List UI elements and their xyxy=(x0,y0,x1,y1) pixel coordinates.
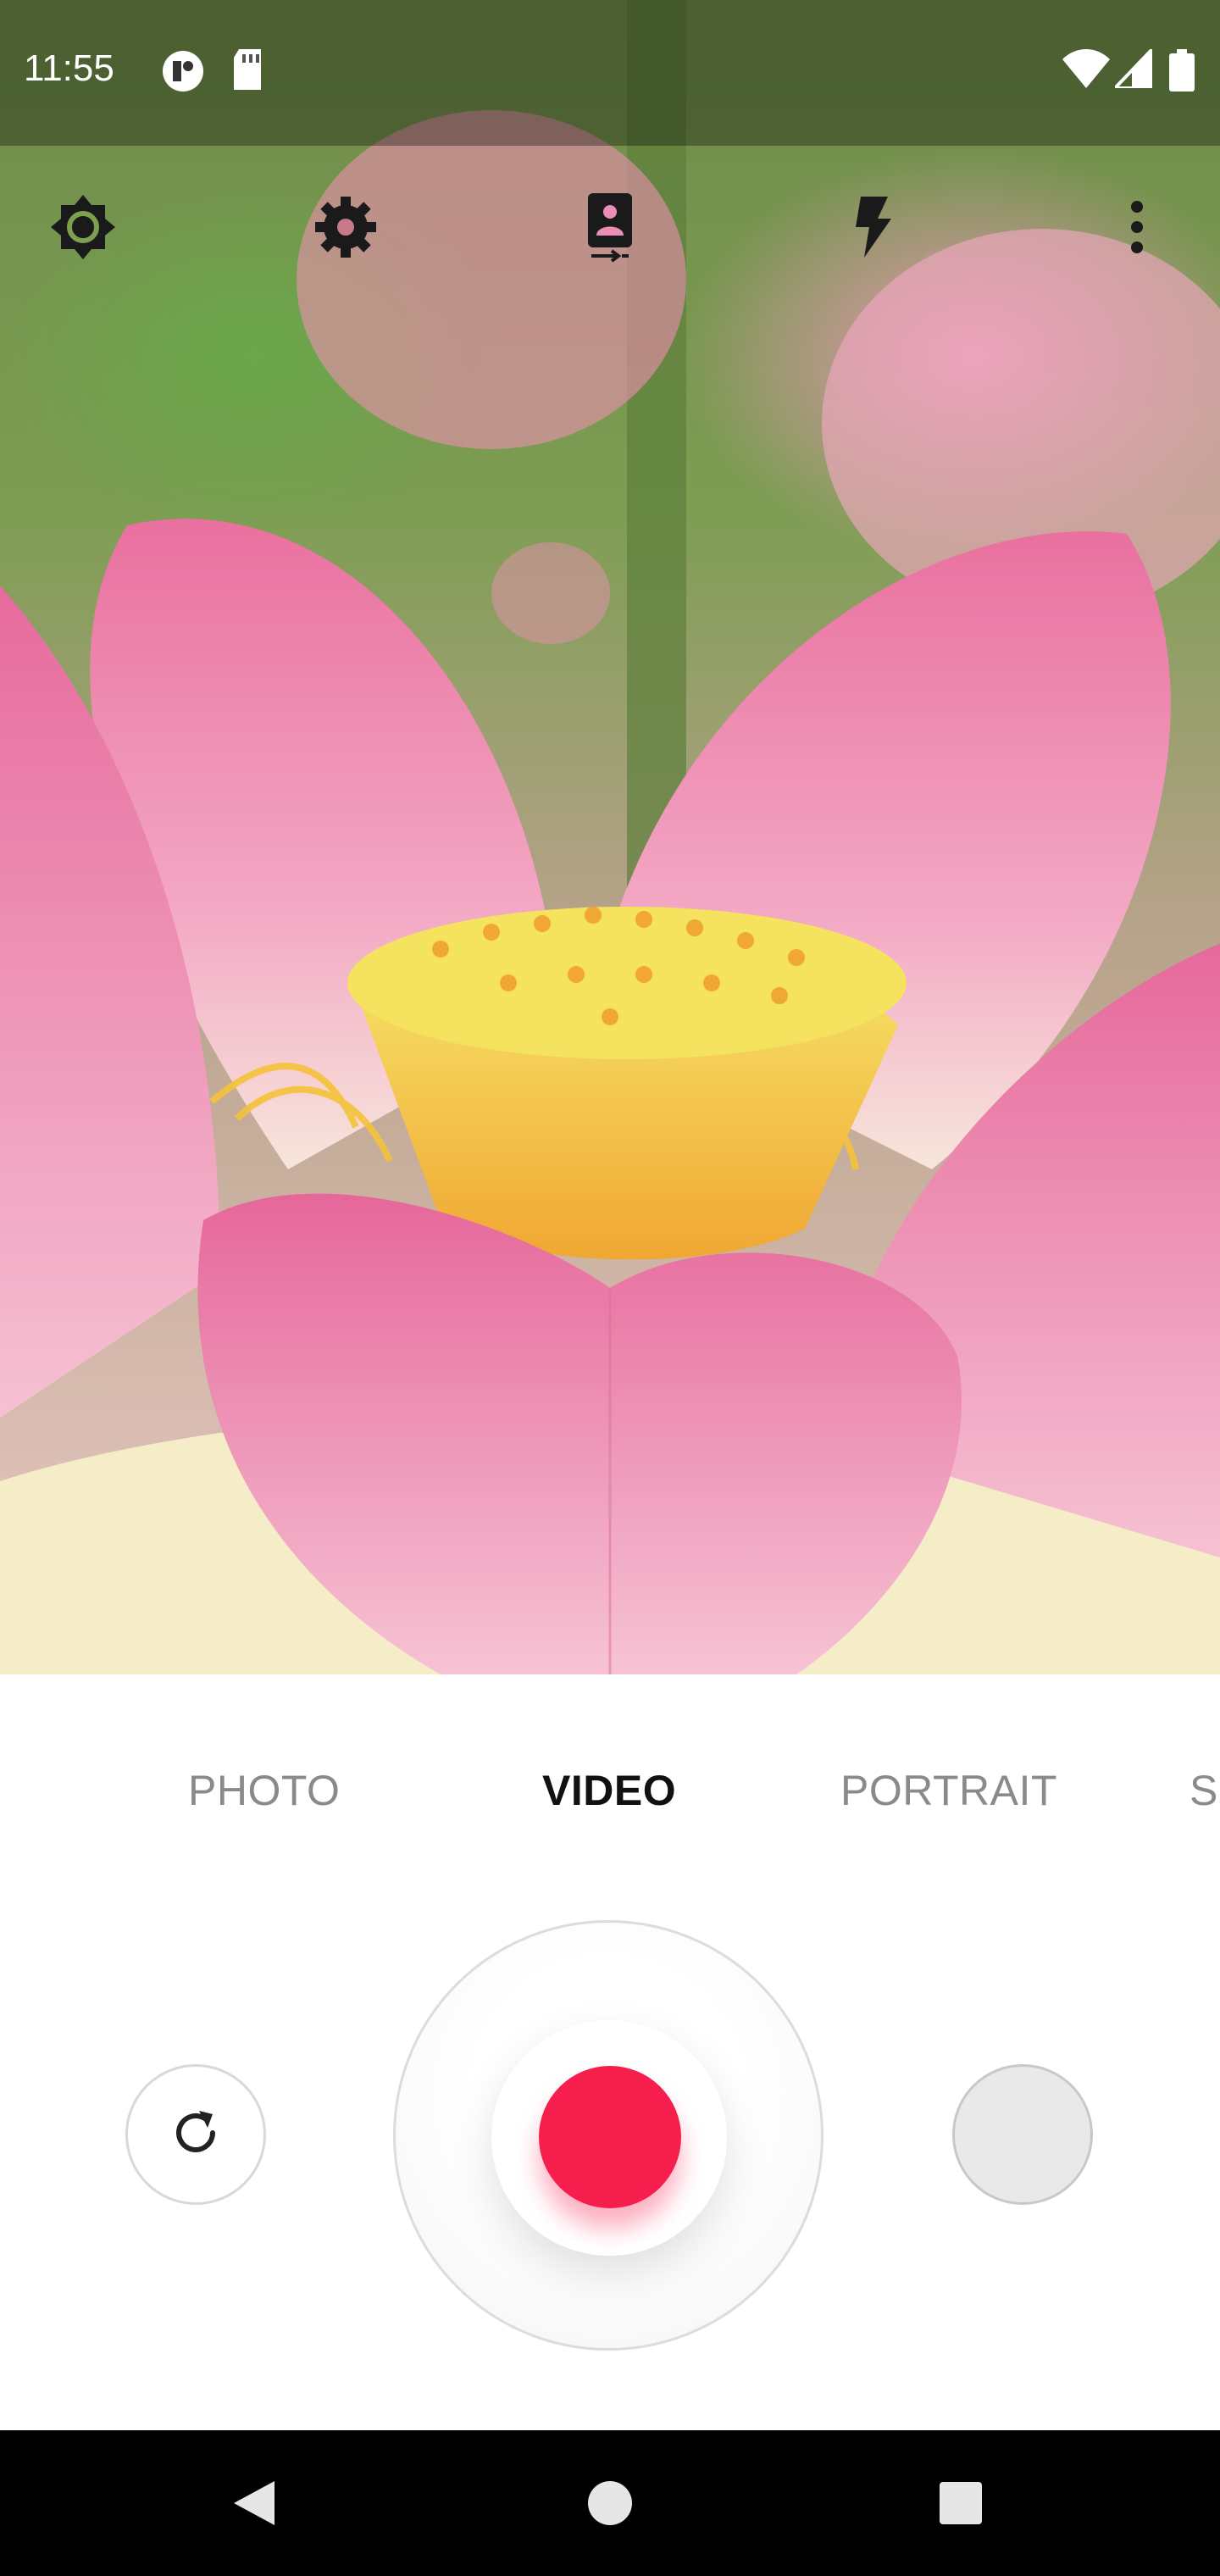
settings-gear-icon xyxy=(313,195,378,264)
battery-icon xyxy=(1169,49,1195,96)
settings-button[interactable] xyxy=(303,186,388,271)
rotate-button[interactable] xyxy=(125,2064,266,2205)
wifi-icon xyxy=(1062,49,1110,92)
home-icon xyxy=(587,2480,633,2530)
switch-camera-icon xyxy=(585,192,635,267)
sd-card-icon xyxy=(230,49,264,94)
more-vert-icon xyxy=(1130,200,1144,258)
flash-button[interactable] xyxy=(830,186,915,271)
more-options-button[interactable] xyxy=(1095,186,1179,271)
flash-icon xyxy=(852,196,893,262)
navigation-bar xyxy=(0,2430,1220,2576)
back-button[interactable] xyxy=(227,2478,281,2532)
cell-signal-icon xyxy=(1111,45,1154,92)
rotate-icon xyxy=(169,2106,223,2164)
switch-camera-button[interactable] xyxy=(568,186,652,271)
recents-icon xyxy=(938,2480,984,2530)
recents-button[interactable] xyxy=(934,2478,988,2532)
status-time: 11:55 xyxy=(24,47,114,89)
mode-tab-photo[interactable]: PHOTO xyxy=(188,1766,340,1815)
brightness-icon xyxy=(49,193,117,265)
record-button[interactable] xyxy=(539,2066,681,2208)
mode-tab-portrait[interactable]: PORTRAIT xyxy=(840,1766,1057,1815)
mode-tab-video[interactable]: VIDEO xyxy=(542,1766,676,1815)
home-button[interactable] xyxy=(583,2478,637,2532)
app-notification-icon xyxy=(161,49,205,97)
mode-tab-partial[interactable]: S xyxy=(1190,1766,1218,1815)
status-bar: 11:55 xyxy=(0,0,1220,146)
brightness-button[interactable] xyxy=(41,186,125,271)
back-icon xyxy=(232,2479,276,2531)
gallery-thumbnail[interactable] xyxy=(952,2064,1093,2205)
camera-controls: PHOTO VIDEO PORTRAIT S xyxy=(0,1674,1220,2430)
